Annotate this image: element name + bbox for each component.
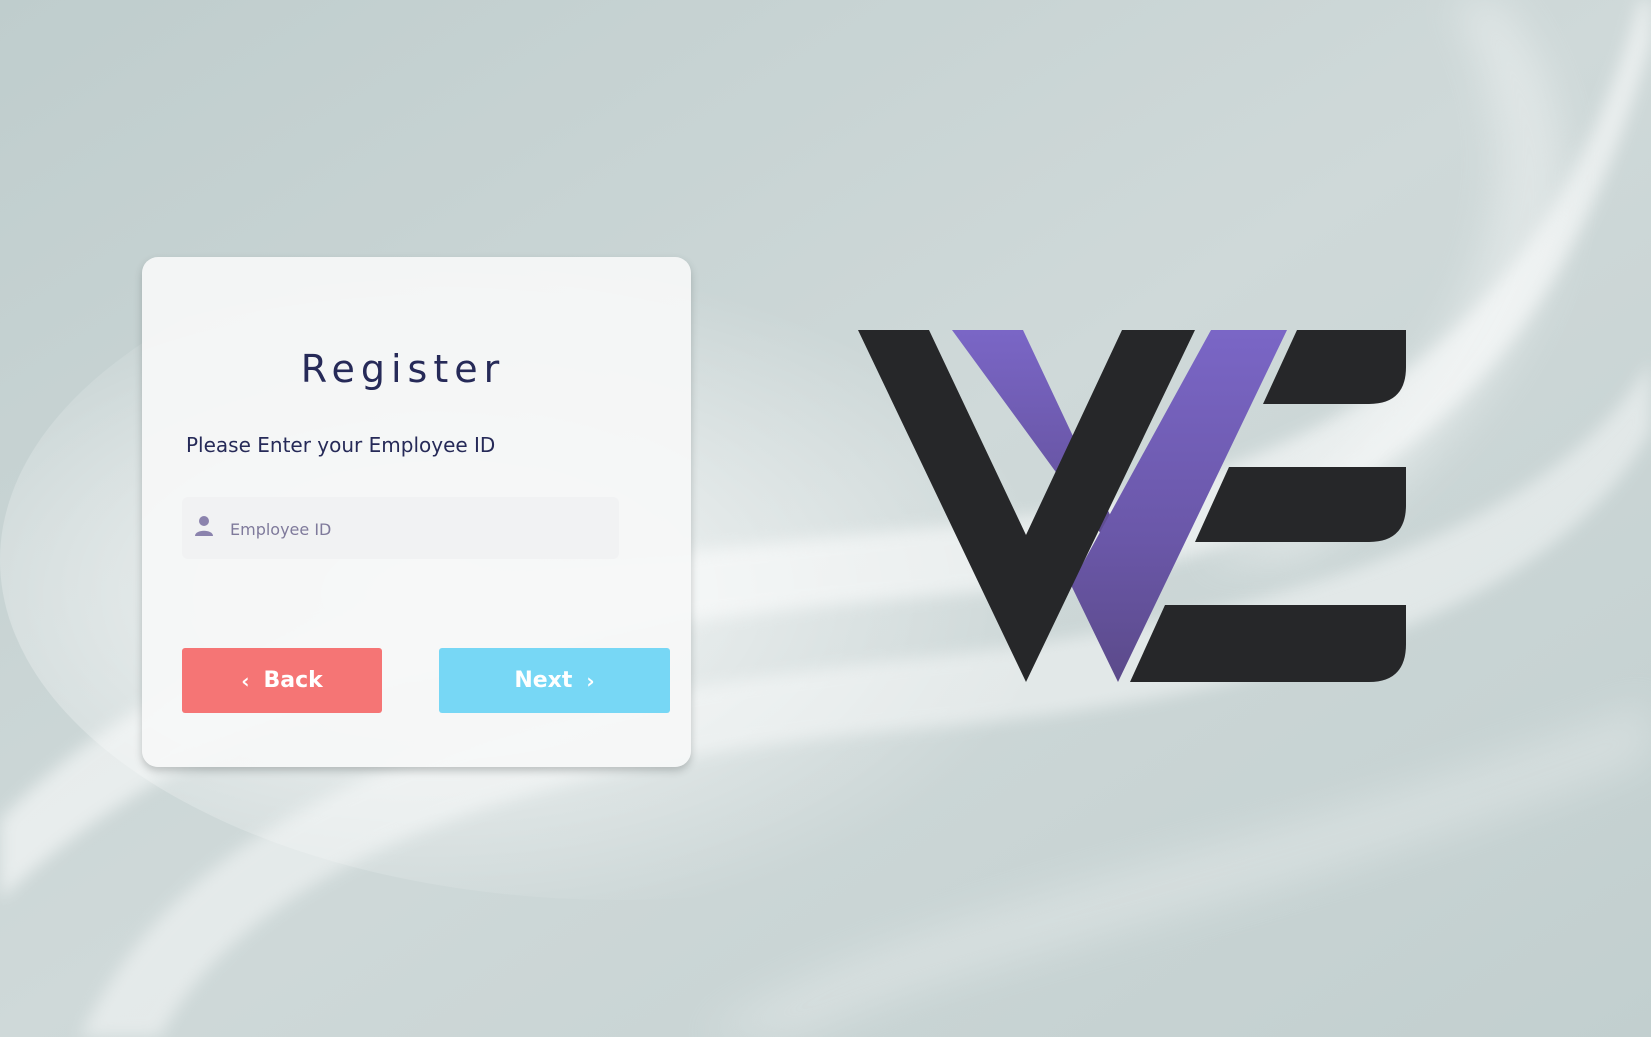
- register-title: Register: [300, 347, 506, 391]
- next-button-label: Next: [514, 668, 573, 693]
- next-button[interactable]: Next ›: [439, 648, 670, 713]
- employee-id-prompt: Please Enter your Employee ID: [186, 433, 496, 457]
- back-button-label: Back: [263, 668, 323, 693]
- chevron-right-icon: ›: [586, 668, 595, 693]
- register-card: Register Please Enter your Employee ID ‹…: [142, 257, 691, 767]
- user-icon: [195, 516, 213, 536]
- chevron-left-icon: ‹: [241, 668, 250, 693]
- back-button[interactable]: ‹ Back: [182, 648, 382, 713]
- ve-logo: [858, 330, 1406, 682]
- employee-id-input[interactable]: [228, 511, 612, 547]
- employee-id-field[interactable]: [182, 497, 619, 559]
